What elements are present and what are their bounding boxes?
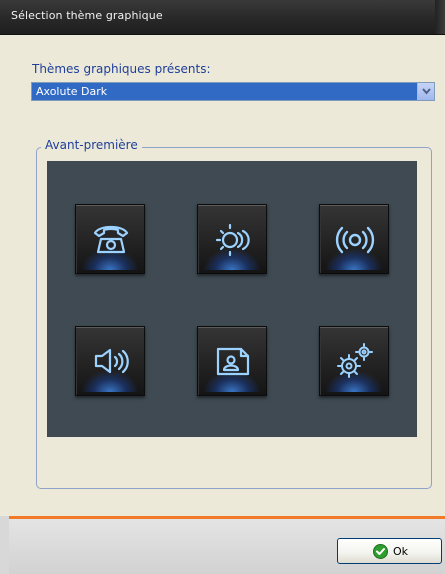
theme-preview-panel bbox=[47, 161, 417, 437]
chevron-down-icon bbox=[422, 88, 431, 95]
preview-tile-broadcast bbox=[319, 204, 389, 274]
theme-select[interactable]: Axolute Dark bbox=[31, 82, 435, 101]
speaker-icon bbox=[94, 348, 129, 374]
dropdown-button[interactable] bbox=[417, 83, 434, 100]
title-bar[interactable]: Sélection thème graphique bbox=[0, 0, 445, 35]
preview-tile-contact bbox=[197, 326, 267, 396]
telephone-icon bbox=[93, 225, 129, 254]
checkmark-icon bbox=[373, 544, 388, 559]
title-bar-edge bbox=[435, 0, 445, 34]
preview-tile-speaker bbox=[75, 326, 145, 396]
settings-gears-icon bbox=[337, 343, 373, 378]
preview-tile-telephone bbox=[75, 204, 145, 274]
preview-legend: Avant-première bbox=[41, 138, 142, 152]
broadcast-icon bbox=[335, 226, 375, 254]
preview-tile-settings bbox=[319, 326, 389, 396]
themes-label: Thèmes graphiques présents: bbox=[32, 62, 211, 76]
window-title: Sélection thème graphique bbox=[11, 9, 163, 22]
dialog-window: Sélection thème graphique Thèmes graphiq… bbox=[0, 0, 445, 574]
ok-button[interactable]: Ok bbox=[337, 538, 442, 564]
contact-card-icon bbox=[216, 347, 250, 376]
preview-tile-scene bbox=[197, 204, 267, 274]
scene-light-icon bbox=[215, 223, 250, 257]
ok-button-label: Ok bbox=[393, 545, 409, 558]
theme-select-value: Axolute Dark bbox=[36, 85, 108, 98]
